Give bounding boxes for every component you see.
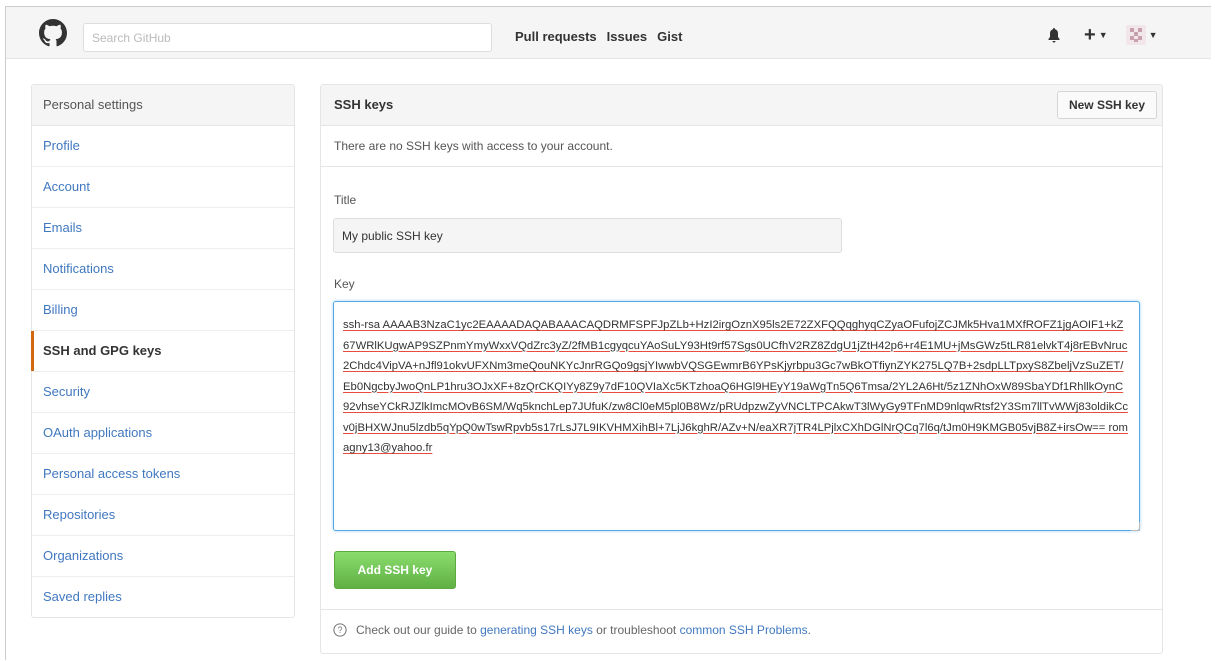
help-middle: or troubleshoot (596, 623, 677, 637)
nav-pull-requests[interactable]: Pull requests (515, 29, 597, 44)
bell-icon[interactable] (1046, 27, 1062, 43)
nav-gist[interactable]: Gist (657, 29, 682, 44)
chevron-down-icon[interactable]: ▼ (1149, 30, 1158, 40)
key-textarea[interactable]: ssh-rsa AAAAB3NzaC1yc2EAAAADAQABAAACAQDR… (333, 301, 1140, 531)
settings-sidebar: Personal settings Profile Account Emails… (31, 84, 295, 618)
sidebar-item-repositories[interactable]: Repositories (32, 495, 294, 536)
title-field[interactable] (333, 218, 842, 253)
help-suffix: . (807, 623, 811, 637)
sidebar-item-notifications[interactable]: Notifications (32, 249, 294, 290)
sidebar-item-ssh-gpg-keys[interactable]: SSH and GPG keys (31, 331, 294, 372)
page-title: SSH keys (334, 97, 394, 112)
sidebar-item-security[interactable]: Security (32, 372, 294, 413)
generating-ssh-keys-link[interactable]: generating SSH keys (480, 623, 593, 637)
chevron-down-icon[interactable]: ▼ (1099, 30, 1108, 40)
new-ssh-key-button[interactable]: New SSH key (1056, 91, 1157, 119)
help-prefix: Check out our guide to (356, 623, 477, 637)
sidebar-item-personal-access-tokens[interactable]: Personal access tokens (32, 454, 294, 495)
sidebar-title: Personal settings (32, 85, 294, 126)
avatar[interactable] (1125, 25, 1146, 45)
no-keys-notice: There are no SSH keys with access to you… (321, 126, 1162, 167)
common-ssh-problems-link[interactable]: common SSH Problems (680, 623, 808, 637)
nav-issues[interactable]: Issues (607, 29, 647, 44)
svg-text:?: ? (338, 625, 343, 635)
sidebar-item-oauth-applications[interactable]: OAuth applications (32, 413, 294, 454)
avatar-identicon (1129, 28, 1142, 42)
header-actions: + ▼ ▼ (1046, 25, 1158, 45)
question-icon: ? (333, 623, 347, 637)
resize-handle-icon[interactable] (1131, 522, 1140, 531)
github-logo-icon[interactable] (39, 19, 67, 47)
key-label: Key (334, 277, 355, 291)
site-header: Pull requests Issues Gist + ▼ ▼ (6, 7, 1211, 59)
header-nav: Pull requests Issues Gist (515, 29, 682, 44)
sidebar-item-profile[interactable]: Profile (32, 126, 294, 167)
help-note: ? Check out our guide to generating SSH … (321, 609, 1162, 650)
search-input[interactable] (83, 23, 492, 52)
title-label: Title (334, 193, 357, 207)
sidebar-item-account[interactable]: Account (32, 167, 294, 208)
sidebar-item-emails[interactable]: Emails (32, 208, 294, 249)
plus-icon[interactable]: + (1084, 25, 1096, 45)
sidebar-item-billing[interactable]: Billing (32, 290, 294, 331)
panel-header: SSH keys New SSH key (321, 85, 1162, 126)
add-ssh-key-button[interactable]: Add SSH key (334, 551, 456, 589)
ssh-keys-panel: SSH keys New SSH key There are no SSH ke… (320, 84, 1163, 654)
sidebar-item-organizations[interactable]: Organizations (32, 536, 294, 577)
sidebar-item-saved-replies[interactable]: Saved replies (32, 577, 294, 617)
